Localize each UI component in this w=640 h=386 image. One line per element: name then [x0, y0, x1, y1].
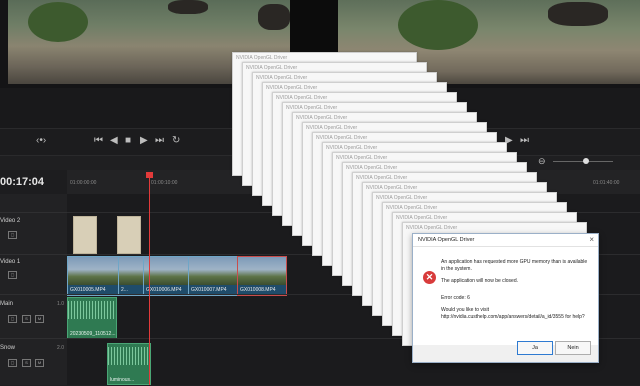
clip-label: GX010006.MP4: [146, 287, 182, 293]
window-title: NVIDIA OpenGL Driver: [356, 175, 408, 181]
dialog-message-2: The application will now be closed.: [441, 278, 518, 284]
track-name: Video 2: [0, 218, 21, 224]
video-clip[interactable]: 2...: [118, 256, 144, 296]
window-title: NVIDIA OpenGL Driver: [286, 105, 338, 111]
clip-label: 20230509_110512...: [70, 331, 116, 337]
dialog-body: ✕ An application has requested more GPU …: [413, 247, 598, 345]
dialog-footer: Ja Nein: [413, 341, 598, 362]
window-title: NVIDIA OpenGL Driver: [376, 195, 428, 201]
title-clip[interactable]: [73, 216, 97, 254]
track-name: Main: [0, 301, 14, 307]
window-title: NVIDIA OpenGL Driver: [336, 155, 388, 161]
dialog-question: Would you like to visit http://nvidia.cu…: [441, 307, 585, 320]
dialog-message: An application has requested more GPU me…: [441, 259, 588, 272]
window-title: NVIDIA OpenGL Driver: [256, 75, 308, 81]
zoom-slider-knob[interactable]: [583, 158, 589, 164]
mute-button[interactable]: M: [35, 315, 44, 323]
window-title: NVIDIA OpenGL Driver: [296, 115, 348, 121]
error-dialog: NVIDIA OpenGL Driver × ✕ An application …: [412, 233, 599, 363]
clip-label: GX010005.MP4: [70, 287, 106, 293]
error-icon: ✕: [423, 271, 436, 284]
track-name: Snow: [0, 345, 16, 351]
track-header-audio-main[interactable]: Main 1.0 ▢ S M: [0, 294, 67, 339]
window-title: NVIDIA OpenGL Driver: [276, 95, 328, 101]
track-level: 2.0: [57, 345, 64, 351]
play-icon[interactable]: ▶: [140, 135, 148, 147]
track-header-video-1[interactable]: Video 1 ▢: [0, 254, 67, 295]
dialog-titlebar[interactable]: NVIDIA OpenGL Driver ×: [413, 234, 598, 247]
track-name: Video 1: [0, 259, 21, 265]
timeline-timecode: 00:17:04: [0, 176, 45, 188]
skip-end-icon[interactable]: ⏭: [155, 135, 164, 147]
clip-label: GX010007.MP4: [191, 287, 227, 293]
track-level: 1.0: [57, 301, 64, 307]
track-lock-icon[interactable]: ▢: [8, 231, 17, 239]
ruler-label: 01:01:40:00: [593, 180, 620, 186]
rewind-icon[interactable]: ◀: [110, 135, 118, 147]
window-title: NVIDIA OpenGL Driver: [266, 85, 318, 91]
window-title: NVIDIA OpenGL Driver: [246, 65, 298, 71]
video-clip-selected[interactable]: GX010008.MP4: [237, 256, 287, 296]
ruler-label: 01:00:00:00: [70, 180, 97, 186]
track-lock-icon[interactable]: ▢: [8, 359, 17, 367]
skip-end-icon[interactable]: ⏭: [520, 135, 529, 147]
video-clip[interactable]: GX010007.MP4: [188, 256, 238, 296]
mute-button[interactable]: M: [35, 359, 44, 367]
window-title: NVIDIA OpenGL Driver: [406, 225, 458, 231]
audio-clip[interactable]: 20230509_110512...: [67, 297, 117, 339]
jog-icon[interactable]: ‹•›: [36, 135, 46, 147]
close-icon[interactable]: ×: [589, 235, 594, 244]
dialog-title: NVIDIA OpenGL Driver: [418, 237, 475, 243]
ruler-label: 01:00:10:00: [151, 180, 178, 186]
solo-button[interactable]: S: [22, 315, 31, 323]
window-title: NVIDIA OpenGL Driver: [326, 145, 378, 151]
track-header-video-2[interactable]: Video 2 ▢: [0, 212, 67, 255]
skip-start-icon[interactable]: ⏮: [94, 135, 103, 147]
zoom-icon[interactable]: ⊖: [538, 156, 546, 167]
track-headers: Video 2 ▢ Video 1 ▢ Main 1.0 ▢ S M Snow …: [0, 194, 68, 385]
audio-clip[interactable]: luminous...: [107, 343, 151, 385]
stop-icon[interactable]: ■: [125, 135, 131, 147]
window-title: NVIDIA OpenGL Driver: [396, 215, 448, 221]
clip-label: GX010008.MP4: [240, 287, 276, 293]
no-button[interactable]: Nein: [555, 341, 591, 355]
track-header-audio-snow[interactable]: Snow 2.0 ▢ S M: [0, 338, 67, 386]
loop-icon[interactable]: ↻: [172, 135, 180, 147]
window-title: NVIDIA OpenGL Driver: [306, 125, 358, 131]
title-clip[interactable]: [117, 216, 141, 254]
yes-button[interactable]: Ja: [517, 341, 553, 355]
window-title: NVIDIA OpenGL Driver: [346, 165, 398, 171]
track-lock-icon[interactable]: ▢: [8, 315, 17, 323]
window-title: NVIDIA OpenGL Driver: [236, 55, 288, 61]
track-lock-icon[interactable]: ▢: [8, 271, 17, 279]
clip-label: luminous...: [110, 377, 135, 383]
solo-button[interactable]: S: [22, 359, 31, 367]
window-title: NVIDIA OpenGL Driver: [366, 185, 418, 191]
playhead[interactable]: [149, 172, 150, 385]
window-title: NVIDIA OpenGL Driver: [316, 135, 368, 141]
playhead-handle[interactable]: [146, 172, 153, 178]
window-title: NVIDIA OpenGL Driver: [386, 205, 438, 211]
dialog-error-code: Error code: 6: [441, 295, 470, 301]
video-clip[interactable]: GX010005.MP4: [67, 256, 119, 296]
clip-label: 2...: [121, 287, 128, 293]
